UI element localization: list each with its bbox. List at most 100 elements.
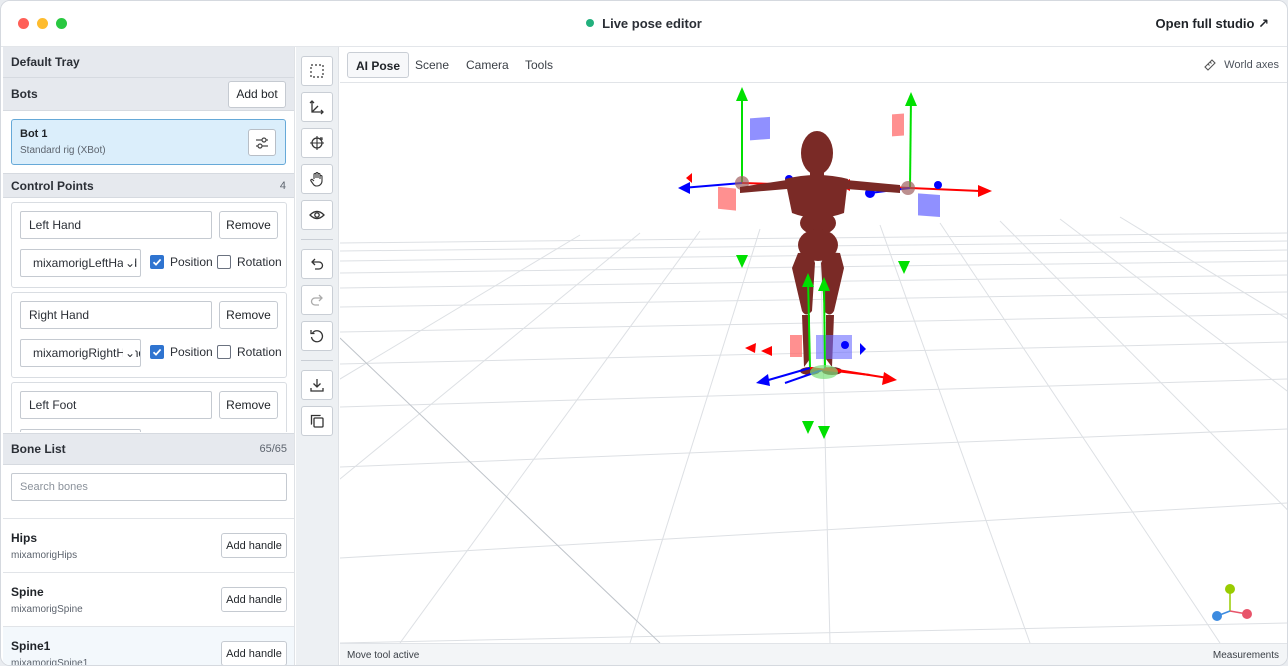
control-point-name-input[interactable]: Right Hand xyxy=(20,301,212,329)
open-full-studio-link[interactable]: Open full studio ↗ xyxy=(1156,16,1269,32)
bone-title: Hips xyxy=(11,531,38,545)
copy-button[interactable] xyxy=(301,406,333,436)
box-select-tool-button[interactable] xyxy=(301,56,333,86)
control-point-name-input[interactable]: Left Hand xyxy=(20,211,212,239)
window-title-text: Live pose editor xyxy=(602,16,702,31)
bone-select-value: mixamorigLeftHand xyxy=(33,256,138,270)
rotation-checkbox[interactable]: Rotation xyxy=(217,255,282,269)
bone-list-title: Bone List xyxy=(11,442,66,456)
rotation-label: Rotation xyxy=(237,345,282,359)
rotation-label: Rotation xyxy=(237,255,282,269)
reset-button[interactable] xyxy=(301,321,333,351)
add-bot-button[interactable]: Add bot xyxy=(228,80,286,108)
checkbox-checked-icon xyxy=(150,345,164,359)
checkbox-checked-icon xyxy=(150,255,164,269)
control-point-card: Right Hand Remove mixamorigRightHand ⌄ Po… xyxy=(11,292,287,378)
rotation-checkbox[interactable]: Rotation xyxy=(217,345,282,359)
measurements-button[interactable]: Measurements xyxy=(1213,650,1279,661)
sliders-icon xyxy=(256,136,268,149)
live-status-dot xyxy=(586,19,595,27)
chevron-down-icon: ⌄ xyxy=(122,250,135,276)
world-axes-label: World axes xyxy=(1224,59,1279,71)
position-label: Position xyxy=(170,345,213,359)
chevron-down-icon: ⌄ xyxy=(122,340,135,366)
bone-select[interactable]: mixamorigRightHand ⌄ xyxy=(20,339,141,367)
control-points-list: Left Hand Remove mixamorigLeftHand ⌄ Posi… xyxy=(3,196,294,432)
tab-scene[interactable]: Scene xyxy=(407,52,457,78)
control-points-title: Control Points xyxy=(11,178,94,193)
bot-name: Bot 1 xyxy=(20,128,48,140)
bone-search-input[interactable]: Search bones xyxy=(11,473,287,501)
tool-bar xyxy=(296,47,339,665)
title-bar: Live pose editor Open full studio ↗ xyxy=(1,1,1287,47)
ruler-icon xyxy=(1204,59,1216,71)
copy-icon xyxy=(310,414,324,428)
redo-icon xyxy=(310,294,323,306)
checkbox-empty-icon xyxy=(217,345,231,359)
eye-icon xyxy=(309,210,325,220)
add-handle-button[interactable]: Add handle xyxy=(221,587,287,612)
rotate-tool-button[interactable] xyxy=(301,128,333,158)
axis-orientation-widget xyxy=(1212,584,1252,621)
bone-title: Spine1 xyxy=(11,639,51,653)
bone-row: Hips mixamorigHips Add handle xyxy=(3,519,294,573)
status-tool-text: Move tool active xyxy=(347,650,420,661)
left-panel: Default Tray Bots Add bot Bot 1 Standard… xyxy=(3,47,295,665)
scene-canvas xyxy=(340,87,1287,643)
control-point-card: Left Foot Remove xyxy=(11,382,287,432)
tab-tools[interactable]: Tools xyxy=(517,52,561,78)
bone-select[interactable]: mixamorigLeftHand ⌄ xyxy=(20,249,141,277)
tab-camera[interactable]: Camera xyxy=(458,52,517,78)
position-checkbox[interactable]: Position xyxy=(150,345,213,359)
undo-button[interactable] xyxy=(301,249,333,279)
rotate-icon xyxy=(310,136,324,150)
bots-title: Bots xyxy=(11,87,38,101)
reset-icon xyxy=(310,330,324,343)
bone-list-section: Bone List 65/65 Search bones Hips mixamo… xyxy=(3,433,294,665)
bone-select[interactable] xyxy=(20,429,141,432)
move-tool-button[interactable] xyxy=(301,92,333,122)
feet-gizmo[interactable] xyxy=(745,273,897,386)
viewport-header: AI Pose Scene Camera Tools World axes xyxy=(340,47,1287,83)
position-checkbox[interactable]: Position xyxy=(150,255,213,269)
bone-list-count: 65/65 xyxy=(259,443,287,455)
bone-list-header: Bone List 65/65 xyxy=(3,433,294,465)
download-button[interactable] xyxy=(301,370,333,400)
bone-id: mixamorigSpine xyxy=(11,604,83,615)
bone-id: mixamorigSpine1 xyxy=(11,658,89,665)
right-hand-gizmo[interactable] xyxy=(838,92,992,217)
remove-control-point-button[interactable]: Remove xyxy=(219,391,278,419)
control-point-name-input[interactable]: Left Foot xyxy=(20,391,212,419)
3d-viewport[interactable] xyxy=(340,83,1287,643)
visibility-tool-button[interactable] xyxy=(301,200,333,230)
hand-pan-icon xyxy=(310,171,323,187)
bots-header: Bots Add bot xyxy=(3,78,294,111)
control-points-header: Control Points 4 xyxy=(3,173,294,198)
position-label: Position xyxy=(170,255,213,269)
bone-title: Spine xyxy=(11,585,44,599)
control-point-card: Left Hand Remove mixamorigLeftHand ⌄ Posi… xyxy=(11,202,287,288)
move-axes-icon xyxy=(309,100,324,115)
bot-settings-button[interactable] xyxy=(248,129,276,156)
bot-card[interactable]: Bot 1 Standard rig (XBot) xyxy=(11,119,286,165)
control-points-count: 4 xyxy=(279,179,286,192)
add-handle-button[interactable]: Add handle xyxy=(221,533,287,558)
remove-control-point-button[interactable]: Remove xyxy=(219,301,278,329)
bot-subtitle: Standard rig (XBot) xyxy=(20,145,106,156)
window-title: Live pose editor xyxy=(1,16,1287,31)
add-handle-button[interactable]: Add handle xyxy=(221,641,287,665)
bone-id: mixamorigHips xyxy=(11,550,78,561)
floor-grid xyxy=(340,216,1287,643)
world-axes-toggle[interactable]: World axes xyxy=(1203,58,1279,72)
download-icon xyxy=(310,379,324,392)
redo-button[interactable] xyxy=(301,285,333,315)
tray-header: Default Tray xyxy=(3,47,294,78)
pan-tool-button[interactable] xyxy=(301,164,333,194)
status-bar: Move tool active Measurements xyxy=(340,643,1287,665)
tab-ai-pose[interactable]: AI Pose xyxy=(347,52,410,78)
undo-icon xyxy=(311,258,324,270)
box-select-icon xyxy=(310,64,324,78)
bone-row: Spine1 mixamorigSpine1 Add handle xyxy=(3,627,294,665)
checkbox-empty-icon xyxy=(217,255,231,269)
remove-control-point-button[interactable]: Remove xyxy=(219,211,278,239)
